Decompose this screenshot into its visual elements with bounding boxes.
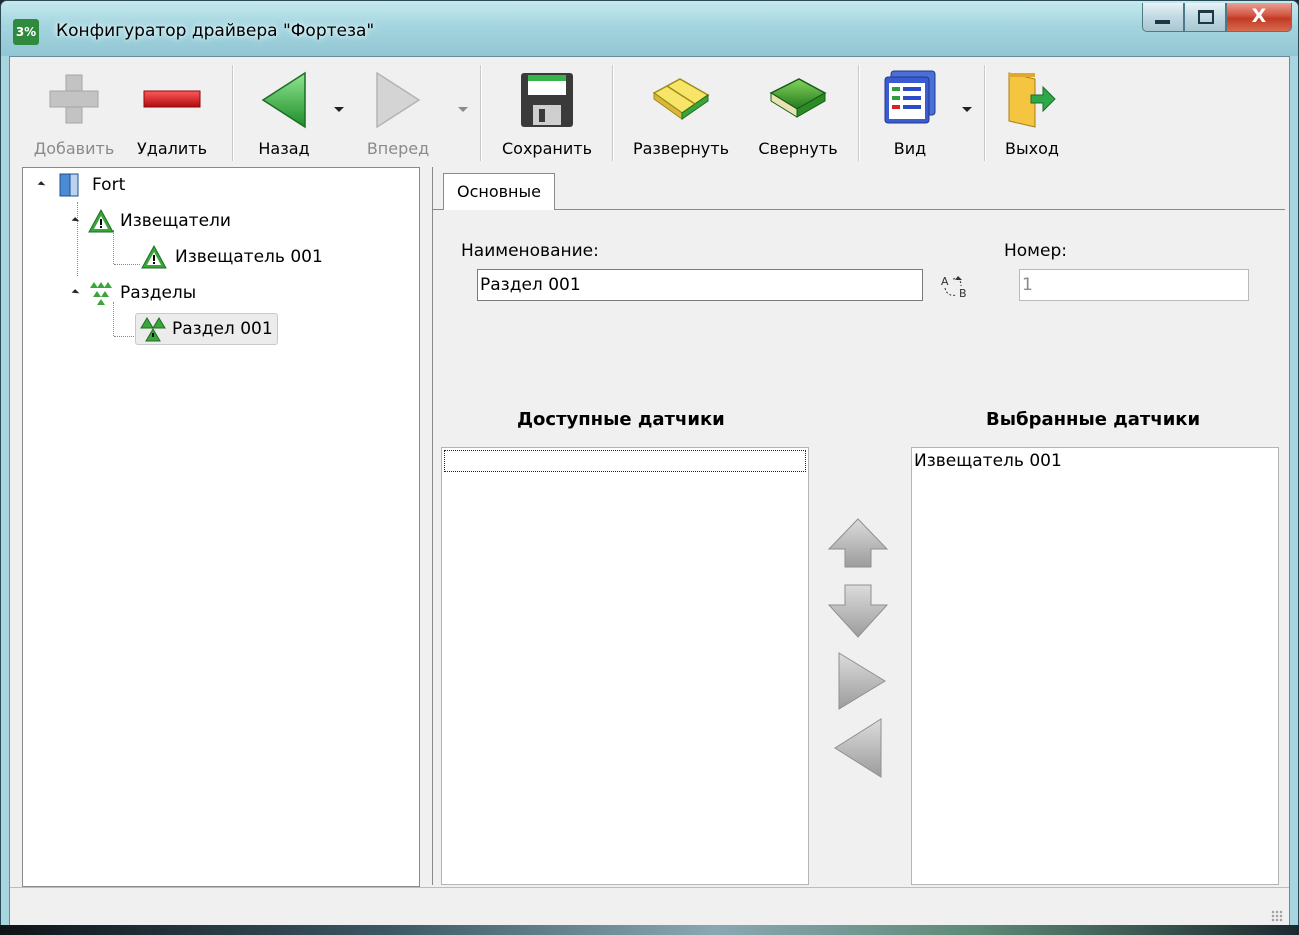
- view-window-icon: [884, 70, 936, 124]
- window-controls: X: [1142, 3, 1292, 33]
- forward-button[interactable]: Вперед: [358, 63, 438, 163]
- title-bar[interactable]: 3% Конфигуратор драйвера "Фортеза" X: [1, 1, 1298, 56]
- app-icon: 3%: [13, 19, 39, 45]
- available-sensors-title: Доступные датчики: [517, 409, 725, 430]
- folder-book-icon: [59, 173, 79, 197]
- tree-label-detectors: Извещатели: [120, 211, 231, 231]
- tree-label-detector-001: Извещатель 001: [175, 247, 323, 267]
- collapse-button[interactable]: Свернуть: [746, 63, 850, 163]
- plus-icon: [49, 74, 99, 124]
- close-button[interactable]: X: [1226, 3, 1292, 32]
- list-item[interactable]: Извещатель 001: [914, 451, 1062, 471]
- svg-text:A: A: [941, 275, 949, 288]
- number-label: Номер:: [1004, 241, 1067, 261]
- tree-node-fort[interactable]: Fort: [37, 170, 126, 200]
- toolbar-separator: [858, 65, 860, 161]
- closed-book-icon: [769, 78, 827, 118]
- tree-selection: Раздел 001: [135, 313, 278, 345]
- warning-triangle-icon: [141, 244, 167, 269]
- tree-label-section-001: Раздел 001: [172, 319, 273, 339]
- minus-icon: [143, 90, 201, 108]
- move-down-button[interactable]: [827, 583, 889, 639]
- collapse-arrow-icon[interactable]: [71, 289, 80, 297]
- app-window: 3% Конфигуратор драйвера "Фортеза" X Доб…: [0, 0, 1299, 935]
- resize-grip-icon[interactable]: [1271, 910, 1283, 922]
- available-sensors-list[interactable]: [441, 447, 809, 885]
- desktop-taskbar-strip: [0, 925, 1299, 935]
- exit-door-icon: [1008, 72, 1056, 128]
- sections-icon: [90, 282, 112, 305]
- section-icon: [140, 317, 166, 342]
- collapse-arrow-icon[interactable]: [37, 181, 46, 189]
- expand-button[interactable]: Развернуть: [622, 63, 740, 163]
- properties-panel: Основные Наименование: A B Номер: Доступ…: [432, 167, 1285, 885]
- tree-view[interactable]: Fort Извещатели Извещатель 001 Разделы Р…: [22, 167, 420, 887]
- collapse-label: Свернуть: [758, 139, 838, 158]
- save-button[interactable]: Сохранить: [490, 63, 604, 163]
- tree-label-sections: Разделы: [120, 283, 197, 303]
- remove-from-selected-button[interactable]: [833, 717, 885, 779]
- arrow-right-icon: [376, 71, 421, 129]
- tree-node-detector-001[interactable]: Извещатель 001: [141, 242, 323, 272]
- delete-label: Удалить: [137, 139, 207, 158]
- number-input[interactable]: [1019, 269, 1249, 301]
- close-icon: X: [1251, 5, 1267, 27]
- view-dropdown-icon[interactable]: [962, 107, 972, 112]
- view-button[interactable]: Вид: [870, 63, 950, 163]
- toolbar-separator: [480, 65, 482, 161]
- exit-label: Выход: [1005, 139, 1059, 158]
- add-label: Добавить: [33, 139, 115, 158]
- open-book-icon: [652, 78, 710, 120]
- add-button[interactable]: Добавить: [26, 63, 122, 163]
- tree-node-sections[interactable]: Разделы: [71, 278, 197, 308]
- back-label: Назад: [258, 139, 310, 158]
- back-dropdown-icon[interactable]: [334, 107, 344, 112]
- exit-button[interactable]: Выход: [992, 63, 1072, 163]
- warning-triangle-icon: [88, 208, 114, 233]
- forward-dropdown-icon[interactable]: [458, 107, 468, 112]
- expand-label: Развернуть: [632, 139, 730, 158]
- add-to-selected-button[interactable]: [835, 651, 887, 711]
- save-label: Сохранить: [502, 139, 592, 158]
- collapse-arrow-icon[interactable]: [71, 217, 80, 225]
- selected-sensors-list[interactable]: Извещатель 001: [911, 447, 1279, 885]
- toolbar-separator: [232, 65, 234, 161]
- arrow-left-icon: [261, 71, 306, 129]
- status-bar: [10, 887, 1289, 928]
- name-label: Наименование:: [461, 241, 599, 261]
- tree-node-detectors[interactable]: Извещатели: [71, 206, 231, 236]
- tab-main[interactable]: Основные: [443, 173, 555, 210]
- toolbar-separator: [612, 65, 614, 161]
- toolbar-separator: [984, 65, 986, 161]
- selected-sensors-title: Выбранные датчики: [986, 409, 1201, 430]
- tree-label-fort: Fort: [92, 175, 126, 195]
- rename-ab-icon[interactable]: A B: [939, 273, 973, 301]
- floppy-disk-icon: [521, 73, 573, 127]
- move-up-button[interactable]: [827, 517, 889, 569]
- minimize-icon: [1155, 20, 1170, 24]
- window-title: Конфигуратор драйвера "Фортеза": [56, 21, 375, 41]
- maximize-icon: [1198, 10, 1214, 24]
- tab-active-cover: [444, 209, 553, 210]
- tree-line: [114, 264, 140, 265]
- name-input[interactable]: [477, 269, 923, 301]
- tree-node-section-001[interactable]: Раздел 001: [135, 313, 278, 345]
- toolbar: Добавить Удалить Назад Вперед Сохранить …: [10, 57, 1289, 167]
- client-area: Добавить Удалить Назад Вперед Сохранить …: [9, 56, 1290, 928]
- forward-label: Вперед: [366, 139, 430, 158]
- tab-strip-line: [433, 209, 1285, 210]
- maximize-button[interactable]: [1184, 3, 1226, 32]
- svg-text:B: B: [959, 287, 967, 300]
- view-label: Вид: [893, 139, 927, 158]
- delete-button[interactable]: Удалить: [122, 63, 222, 163]
- minimize-button[interactable]: [1142, 3, 1184, 32]
- list-focus-rect: [444, 450, 806, 472]
- back-button[interactable]: Назад: [244, 63, 324, 163]
